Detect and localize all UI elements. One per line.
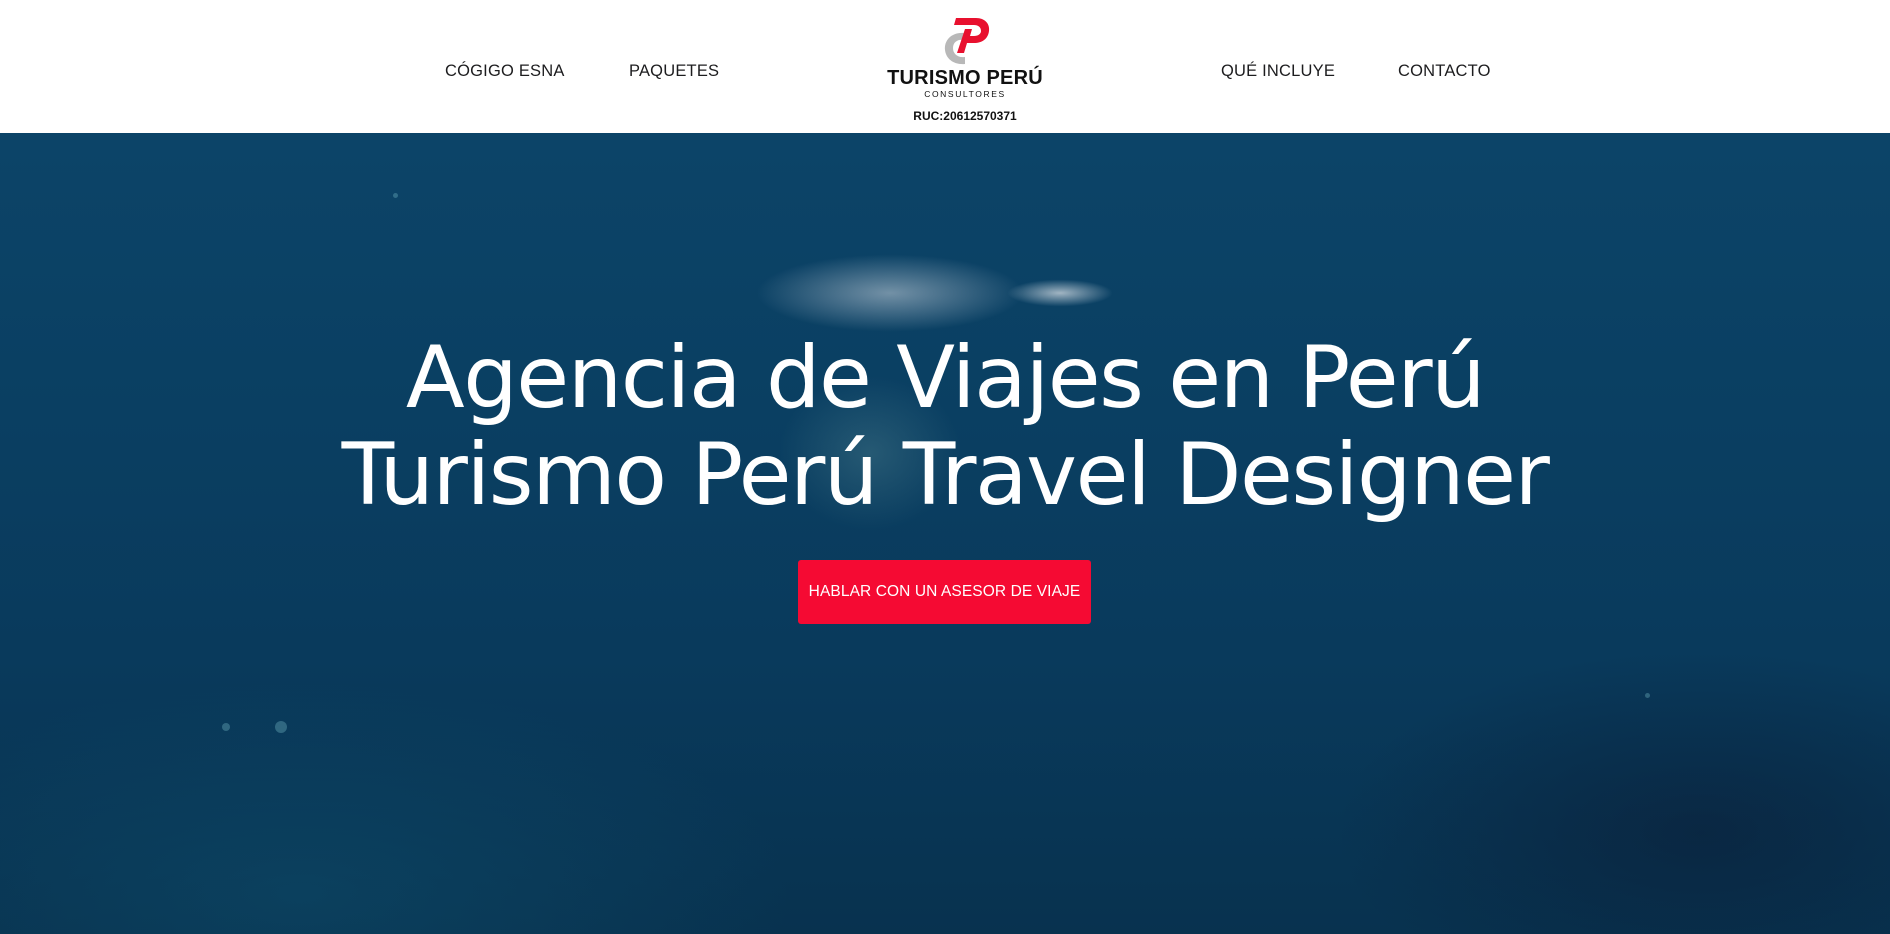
nav-link-paquetes[interactable]: PAQUETES [629,62,719,81]
logo-name: TURISMO PERÚ [887,67,1043,89]
site-header: CÓGIGO ESNA PAQUETES TURISMO PERÚ CONSUL… [0,0,1890,133]
logo-mark-icon [944,18,990,65]
nav-link-que-incluye[interactable]: QUÉ INCLUYE [1221,62,1335,81]
hero-headline-line-1: Agencia de Viajes en Perú [405,328,1486,428]
bubble [393,193,398,198]
talk-to-advisor-button[interactable]: HABLAR CON UN ASESOR DE VIAJE [798,560,1091,624]
logo-subtitle: CONSULTORES [924,89,1006,99]
ruc-number: RUC:20612570371 [913,109,1017,123]
nav-link-contacto[interactable]: CONTACTO [1398,62,1491,81]
bubble [1645,693,1650,698]
hero-section: Agencia de Viajes en Perú Turismo Perú T… [0,133,1890,934]
hero-headline-line-2: Turismo Perú Travel Designer [341,425,1550,525]
site-logo[interactable]: TURISMO PERÚ CONSULTORES RUC:20612570371 [885,16,1045,126]
bubble [275,721,287,733]
bubble [222,723,230,731]
nav-link-codigo-esna[interactable]: CÓGIGO ESNA [445,62,565,81]
